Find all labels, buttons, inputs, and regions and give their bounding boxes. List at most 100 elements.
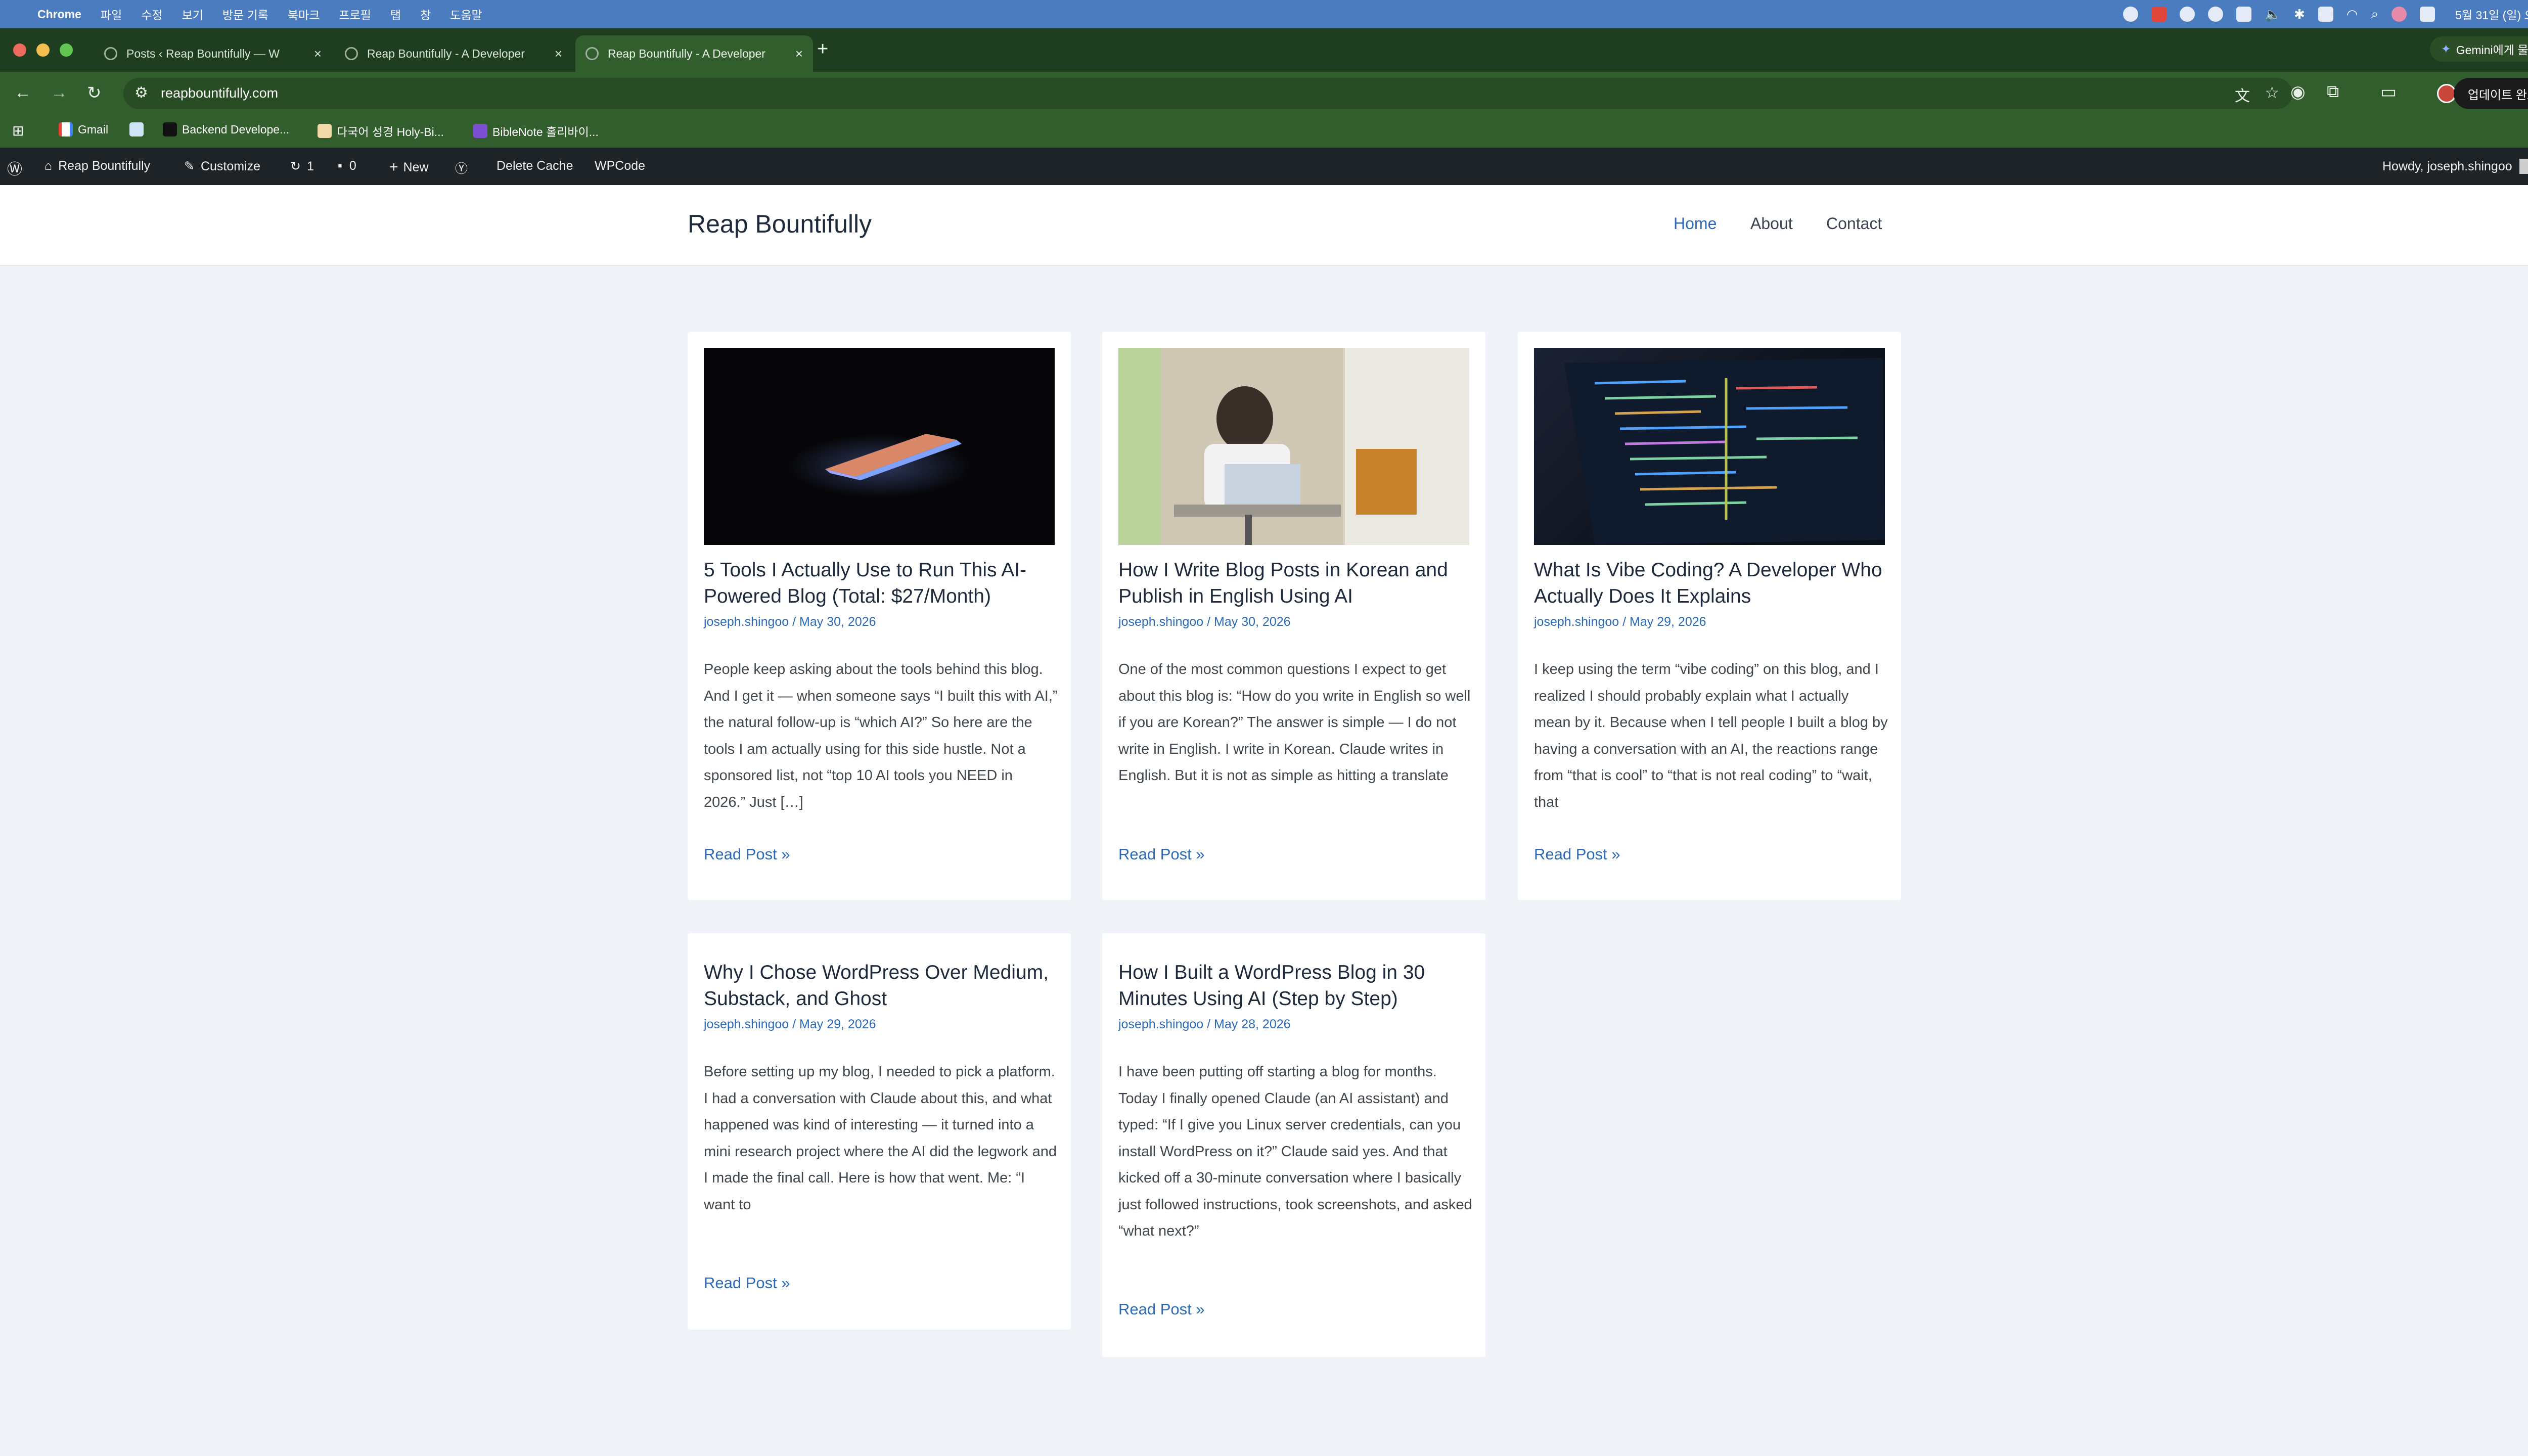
extensions-puzzle-icon[interactable]: ⧉ xyxy=(2327,82,2339,102)
bluetooth-icon[interactable]: ✱ xyxy=(2294,7,2305,22)
read-more-link[interactable]: Read Post » xyxy=(1118,1300,1205,1318)
menu-history[interactable]: 방문 기록 xyxy=(222,6,268,23)
wp-admin-bar: Ⓦ ⌂ Reap Bountifully ✎ Customize ↻ 1 ▪ 0… xyxy=(0,148,2528,185)
spotlight-icon[interactable]: ⌕ xyxy=(2371,6,2379,22)
reload-icon[interactable]: ↻ xyxy=(87,83,102,103)
address-bar[interactable]: ⚙ reapbountifully.com 文 ☆ xyxy=(123,78,2292,109)
bookmark-holy-bible[interactable]: 다국어 성경 Holy-Bi... xyxy=(318,122,444,140)
wp-site-name[interactable]: ⌂ Reap Bountifully xyxy=(44,159,150,173)
read-more-link[interactable]: Read Post » xyxy=(1534,845,1620,863)
menu-app-name[interactable]: Chrome xyxy=(37,8,81,21)
wordpress-logo-icon[interactable]: Ⓦ xyxy=(7,157,22,179)
extension-icon[interactable]: ◉ xyxy=(2290,82,2306,102)
post-date[interactable]: May 28, 2026 xyxy=(1214,1017,1291,1031)
cast-icon[interactable]: ▭ xyxy=(2380,82,2397,102)
post-title[interactable]: What Is Vibe Coding? A Developer Who Act… xyxy=(1534,557,1885,610)
read-more-link[interactable]: Read Post » xyxy=(704,1274,790,1292)
post-date[interactable]: May 30, 2026 xyxy=(799,615,876,629)
tab-reap-active[interactable]: Reap Bountifully - A Developer × xyxy=(575,35,813,72)
site-info-icon[interactable]: ⚙ xyxy=(134,84,148,102)
post-title[interactable]: How I Write Blog Posts in Korean and Pub… xyxy=(1118,557,1469,610)
site-title[interactable]: Reap Bountifully xyxy=(688,209,872,239)
wp-howdy[interactable]: Howdy, joseph.shingoo xyxy=(2382,159,2528,174)
tab-posts[interactable]: Posts ‹ Reap Bountifully — W × xyxy=(94,35,332,72)
wp-wpcode[interactable]: WPCode xyxy=(595,159,645,173)
gemini-button[interactable]: ✦ Gemini에게 물어보기 xyxy=(2429,36,2528,62)
nav-about[interactable]: About xyxy=(1750,214,1793,233)
bookmark-gmail[interactable]: Gmail xyxy=(59,122,108,136)
site-header: Reap Bountifully Home About Contact xyxy=(0,185,2528,266)
tab-reap-1[interactable]: Reap Bountifully - A Developer × xyxy=(335,35,572,72)
post-date[interactable]: May 29, 2026 xyxy=(799,1017,876,1031)
notion-icon xyxy=(163,122,177,136)
siri-icon[interactable] xyxy=(2391,7,2407,22)
nav-contact[interactable]: Contact xyxy=(1826,214,1882,233)
wp-comments[interactable]: ▪ 0 xyxy=(338,159,356,173)
post-thumbnail[interactable] xyxy=(1118,348,1469,545)
apps-grid-icon[interactable]: ⊞ xyxy=(12,122,24,139)
clock[interactable]: 5월 31일 (일) 오후 8:07 xyxy=(2455,6,2528,23)
bookmark-icon-only[interactable] xyxy=(129,122,149,136)
control-center-icon[interactable] xyxy=(2420,7,2435,22)
wp-new[interactable]: + New xyxy=(389,159,429,176)
bookmark-biblenote[interactable]: BibleNote 홀리바이... xyxy=(473,122,599,140)
skype-icon[interactable] xyxy=(2179,7,2195,22)
menu-tab[interactable]: 탭 xyxy=(390,6,401,23)
volume-icon[interactable]: 🔈 xyxy=(2265,7,2281,22)
input-source-icon[interactable] xyxy=(2318,7,2333,22)
post-thumbnail[interactable] xyxy=(704,348,1055,545)
menu-profiles[interactable]: 프로필 xyxy=(339,6,371,23)
zoom-window-button[interactable] xyxy=(60,43,73,57)
post-title[interactable]: 5 Tools I Actually Use to Run This AI-Po… xyxy=(704,557,1055,610)
post-author[interactable]: joseph.shingoo xyxy=(704,1017,789,1031)
minimize-window-button[interactable] xyxy=(36,43,50,57)
menu-file[interactable]: 파일 xyxy=(101,6,122,23)
status-icon-2[interactable] xyxy=(2151,7,2166,22)
post-author[interactable]: joseph.shingoo xyxy=(704,615,789,629)
globe-icon xyxy=(104,47,117,60)
menu-view[interactable]: 보기 xyxy=(182,6,203,23)
back-icon[interactable]: ← xyxy=(14,83,31,103)
menu-edit[interactable]: 수정 xyxy=(141,6,162,23)
update-button[interactable]: 업데이트 완료 ⋮ xyxy=(2453,78,2528,109)
window-manager-icon[interactable] xyxy=(2236,7,2251,22)
status-icon-4[interactable] xyxy=(2207,7,2223,22)
laptop-code-image xyxy=(1564,358,1885,545)
close-tab-icon[interactable]: × xyxy=(555,46,562,62)
post-author[interactable]: joseph.shingoo xyxy=(1534,615,1619,629)
post-date[interactable]: May 30, 2026 xyxy=(1214,615,1291,629)
wp-updates[interactable]: ↻ 1 xyxy=(290,159,314,174)
nav-home[interactable]: Home xyxy=(1674,214,1717,233)
tab-title: Reap Bountifully - A Developer xyxy=(367,47,525,60)
bookmark-label: Gmail xyxy=(78,122,109,136)
post-author[interactable]: joseph.shingoo xyxy=(1118,615,1203,629)
read-more-link[interactable]: Read Post » xyxy=(704,845,790,863)
post-date[interactable]: May 29, 2026 xyxy=(1630,615,1706,629)
menu-window[interactable]: 창 xyxy=(420,6,431,23)
menu-help[interactable]: 도움말 xyxy=(450,6,482,23)
close-tab-icon[interactable]: × xyxy=(795,46,803,62)
post-thumbnail[interactable] xyxy=(1534,348,1885,545)
forward-icon[interactable]: → xyxy=(51,83,68,103)
gemini-icon: ✦ xyxy=(2441,42,2451,56)
bookmark-star-icon[interactable]: ☆ xyxy=(2265,83,2279,102)
wp-delete-cache[interactable]: Delete Cache xyxy=(496,159,573,173)
menu-bookmarks[interactable]: 북마크 xyxy=(288,6,320,23)
post-title[interactable]: Why I Chose WordPress Over Medium, Subst… xyxy=(704,960,1055,1012)
bookmark-backend-developer[interactable]: Backend Develope... xyxy=(163,122,289,136)
post-author[interactable]: joseph.shingoo xyxy=(1118,1017,1203,1031)
new-tab-button[interactable]: + xyxy=(817,38,828,60)
yoast-icon[interactable]: Ⓨ xyxy=(455,159,468,177)
close-window-button[interactable] xyxy=(13,43,26,57)
tab-strip: Posts ‹ Reap Bountifully — W × Reap Boun… xyxy=(0,28,2528,72)
close-tab-icon[interactable]: × xyxy=(314,46,322,62)
post-card: 5 Tools I Actually Use to Run This AI-Po… xyxy=(688,332,1071,900)
translate-icon[interactable]: 文 xyxy=(2235,83,2250,106)
wp-customize[interactable]: ✎ Customize xyxy=(184,159,260,174)
post-excerpt: I keep using the term “vibe coding” on t… xyxy=(1534,661,1888,810)
read-more-link[interactable]: Read Post » xyxy=(1118,845,1205,863)
post-title[interactable]: How I Built a WordPress Blog in 30 Minut… xyxy=(1118,960,1469,1012)
wifi-icon[interactable]: ◠ xyxy=(2346,7,2358,22)
user-avatar xyxy=(2519,159,2528,174)
status-icon-1[interactable] xyxy=(2123,7,2138,22)
